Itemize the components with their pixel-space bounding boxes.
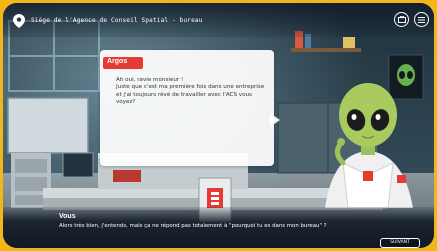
- inventory-button[interactable]: [394, 12, 409, 27]
- alien-poster: [388, 54, 424, 100]
- menu-icon: [418, 16, 425, 23]
- monitor: [62, 152, 94, 178]
- npc-dialog-line: Juste que c'est ma première fois dans un…: [116, 84, 265, 106]
- next-button[interactable]: SUIVANT: [380, 238, 420, 248]
- inventory-icon: [397, 16, 406, 23]
- player-speaker-name: Vous: [59, 213, 76, 220]
- npc-speaker-name: Argos: [107, 58, 128, 65]
- player-dialog-text: Alors très bien, j'entends, mais ça ne r…: [59, 223, 327, 229]
- location-label: Siège de l'Agence de Conseil Spatial - b…: [31, 16, 203, 24]
- menu-button[interactable]: [414, 12, 429, 27]
- speech-bubble-tail: [270, 113, 280, 127]
- location-pin-icon: [13, 13, 25, 28]
- game-viewport: Siège de l'Agence de Conseil Spatial - b…: [3, 3, 434, 248]
- whiteboard: [7, 97, 89, 154]
- npc-dialog-text: Ah oui, ravie monsieur ! Juste que c'est…: [116, 77, 268, 107]
- briefcase: [113, 170, 141, 182]
- location-bar: Siège de l'Agence de Conseil Spatial - b…: [13, 12, 203, 28]
- npc-speech-bubble: Argos Ah oui, ravie monsieur ! Juste que…: [100, 50, 274, 166]
